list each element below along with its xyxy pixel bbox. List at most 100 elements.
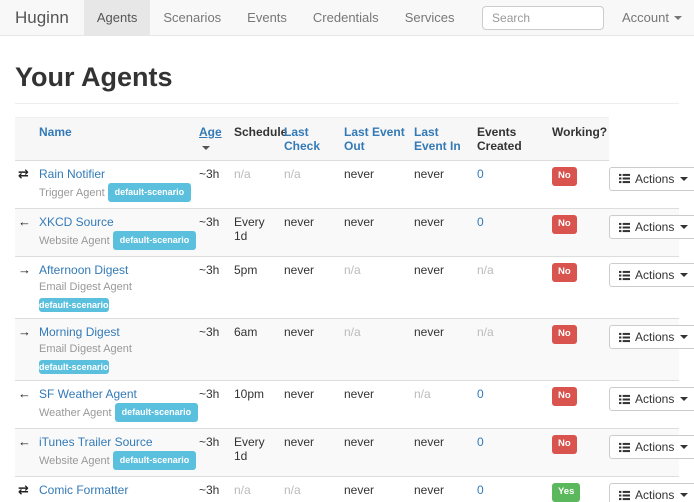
cell-working: No <box>552 209 609 257</box>
chevron-down-icon <box>680 445 688 449</box>
actions-button-label: Actions <box>635 172 674 186</box>
column-header-last-event-out[interactable]: Last Event Out <box>344 118 414 161</box>
account-menu[interactable]: Account <box>622 10 682 25</box>
working-status-badge: No <box>552 263 577 282</box>
actions-button[interactable]: Actions <box>609 387 694 411</box>
cell-events-created: 0 <box>477 161 552 209</box>
cell-age: ~3h <box>199 319 234 381</box>
cell-last-event-in: never <box>414 209 477 257</box>
cell-events-created: 0 <box>477 429 552 477</box>
table-row: ⇄ Rain Notifier Trigger Agentdefault-sce… <box>15 161 679 209</box>
agent-name-link[interactable]: Comic Formatter <box>39 483 128 497</box>
search-input[interactable] <box>482 6 604 30</box>
table-header: NameAgeScheduleLast CheckLast Event OutL… <box>15 118 679 161</box>
nav-item-scenarios[interactable]: Scenarios <box>150 0 234 35</box>
cell-schedule: n/a <box>234 477 284 502</box>
list-icon <box>619 442 630 453</box>
scenario-badge[interactable]: default-scenario <box>108 183 192 202</box>
cell-last-event-in: never <box>414 319 477 381</box>
cell-age: ~3h <box>199 429 234 477</box>
column-header-schedule: Schedule <box>234 118 284 161</box>
table-row: → Afternoon Digest Email Digest Agent def… <box>15 257 679 319</box>
actions-button[interactable]: Actions <box>609 263 694 287</box>
agent-name-link[interactable]: Afternoon Digest <box>39 263 128 277</box>
scenario-badge[interactable]: default-scenario <box>115 403 199 422</box>
events-created-link[interactable]: 0 <box>477 387 484 401</box>
actions-button[interactable]: Actions <box>609 435 694 459</box>
list-icon <box>619 394 630 405</box>
column-header-last-event-in[interactable]: Last Event In <box>414 118 477 161</box>
events-created-link[interactable]: 0 <box>477 435 484 449</box>
table-row: ← XKCD Source Website Agentdefault-scena… <box>15 209 679 257</box>
cell-last-event-out: never <box>344 429 414 477</box>
agents-table: NameAgeScheduleLast CheckLast Event OutL… <box>15 117 679 502</box>
scenario-badge[interactable]: default-scenario <box>113 231 197 250</box>
actions-button[interactable]: Actions <box>609 325 694 349</box>
column-header-working: Working? <box>552 118 609 161</box>
nav-item-agents[interactable]: Agents <box>84 0 150 35</box>
scenario-badge[interactable]: default-scenario <box>39 298 109 312</box>
arrow-right-icon: → <box>18 262 31 277</box>
cell-schedule: 10pm <box>234 381 284 429</box>
navbar: Huginn AgentsScenariosEventsCredentialsS… <box>0 0 694 36</box>
cell-schedule: Every 1d <box>234 429 284 477</box>
agent-name-link[interactable]: Morning Digest <box>39 325 120 339</box>
arrow-left-icon: ← <box>18 214 31 229</box>
cell-events-created: 0 <box>477 381 552 429</box>
working-status-badge: No <box>552 387 577 406</box>
page-title: Your Agents <box>15 62 679 93</box>
cell-last-check: never <box>284 429 344 477</box>
nav-item-credentials[interactable]: Credentials <box>300 0 392 35</box>
cell-schedule: n/a <box>234 161 284 209</box>
list-icon <box>619 332 630 343</box>
arrow-left-icon: ← <box>18 434 31 449</box>
cell-age: ~3h <box>199 257 234 319</box>
chevron-down-icon <box>680 225 688 229</box>
events-created-link[interactable]: 0 <box>477 483 484 497</box>
chevron-down-icon <box>680 397 688 401</box>
events-created-link[interactable]: 0 <box>477 167 484 181</box>
table-row: ← SF Weather Agent Weather Agentdefault-… <box>15 381 679 429</box>
agent-name-link[interactable]: SF Weather Agent <box>39 387 137 401</box>
agent-name-link[interactable]: iTunes Trailer Source <box>39 435 153 449</box>
scenario-badge[interactable]: default-scenario <box>39 360 109 374</box>
actions-button[interactable]: Actions <box>609 215 694 239</box>
agent-name-link[interactable]: XKCD Source <box>39 215 114 229</box>
cell-age: ~3h <box>199 161 234 209</box>
column-header-last-check[interactable]: Last Check <box>284 118 344 161</box>
nav-item-events[interactable]: Events <box>234 0 300 35</box>
agent-type-line: Website Agentdefault-scenario <box>39 451 191 470</box>
column-header-name[interactable]: Name <box>39 118 199 161</box>
chevron-down-icon <box>680 177 688 181</box>
arrow-right-icon: → <box>18 324 31 339</box>
agent-type-line: Weather Agentdefault-scenario <box>39 403 191 422</box>
events-created-link[interactable]: 0 <box>477 215 484 229</box>
agent-type-label: Email Digest Agent <box>39 281 132 293</box>
brand-link[interactable]: Huginn <box>0 0 84 35</box>
cell-schedule: 6am <box>234 319 284 381</box>
chevron-down-icon <box>674 16 682 20</box>
cell-last-event-in: never <box>414 477 477 502</box>
agent-type-label: Website Agent <box>39 235 110 247</box>
agent-type-line: Email Digest Agent default-scenario <box>39 279 191 312</box>
cell-last-event-out: never <box>344 381 414 429</box>
agent-type-label: Website Agent <box>39 455 110 467</box>
actions-button[interactable]: Actions <box>609 167 694 191</box>
agent-name-link[interactable]: Rain Notifier <box>39 167 105 181</box>
actions-button[interactable]: Actions <box>609 483 694 502</box>
nav-item-services[interactable]: Services <box>392 0 468 35</box>
table-row: ⇄ Comic Formatter Event Formatting Agent… <box>15 477 679 502</box>
cell-events-created: n/a <box>477 257 552 319</box>
agent-type-label: Trigger Agent <box>39 187 105 199</box>
cell-working: No <box>552 381 609 429</box>
working-status-badge: No <box>552 215 577 234</box>
scenario-badge[interactable]: default-scenario <box>113 451 197 470</box>
agent-type-line: Email Digest Agentdefault-scenario <box>39 341 191 374</box>
cell-last-event-in: never <box>414 257 477 319</box>
actions-button-label: Actions <box>635 220 674 234</box>
agent-type-line: Website Agentdefault-scenario <box>39 231 191 250</box>
column-header-age[interactable]: Age <box>199 118 234 161</box>
chevron-down-icon <box>680 273 688 277</box>
table-row: ← iTunes Trailer Source Website Agentdef… <box>15 429 679 477</box>
cell-last-check: never <box>284 381 344 429</box>
